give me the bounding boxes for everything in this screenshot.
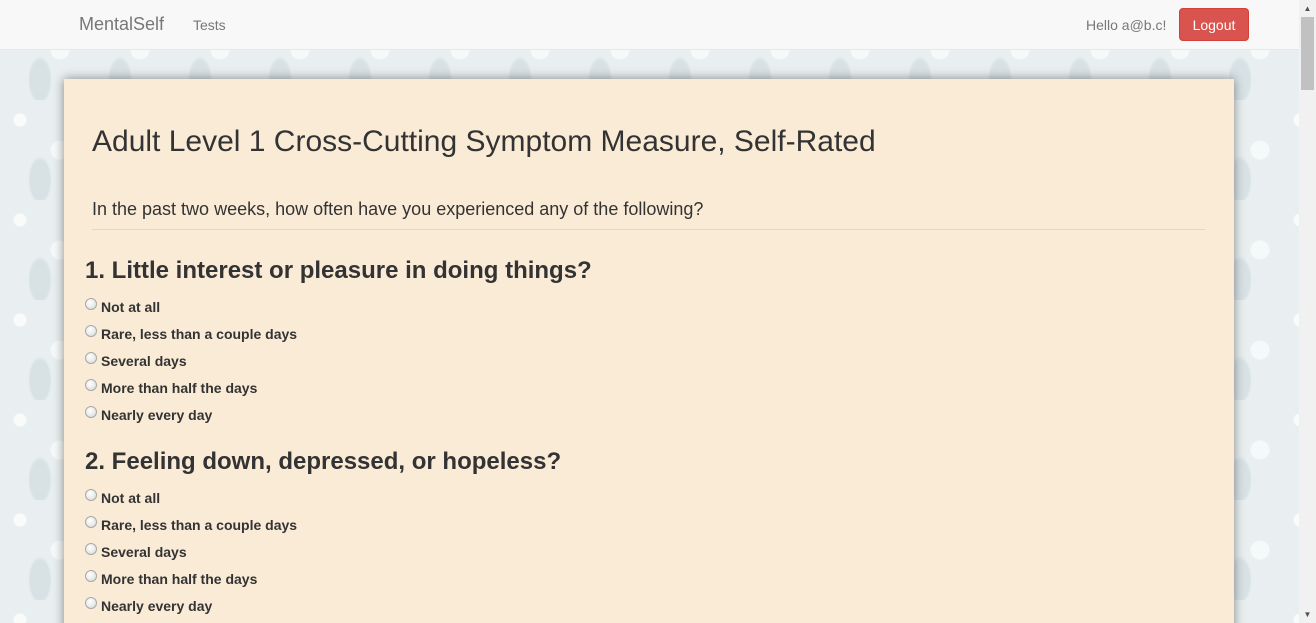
q1-option-rare[interactable]: Rare, less than a couple days: [85, 324, 297, 344]
option-label: Several days: [101, 353, 187, 369]
q1-option-more-than-half[interactable]: More than half the days: [85, 378, 257, 398]
scroll-down-arrow-icon[interactable]: ▼: [1299, 606, 1316, 623]
option-label: Not at all: [101, 490, 161, 506]
scrollbar-thumb[interactable]: [1301, 17, 1314, 90]
user-greeting: Hello a@b.c!: [1086, 17, 1167, 33]
option-label: Nearly every day: [101, 407, 213, 423]
q1-option-not-at-all[interactable]: Not at all: [85, 297, 160, 317]
radio-button[interactable]: [85, 489, 97, 501]
q1-option-nearly-every-day[interactable]: Nearly every day: [85, 405, 212, 425]
radio-button[interactable]: [85, 543, 97, 555]
option-label: Several days: [101, 544, 187, 560]
radio-button[interactable]: [85, 379, 97, 391]
divider: [92, 229, 1205, 230]
radio-button[interactable]: [85, 406, 97, 418]
option-label: Rare, less than a couple days: [101, 517, 298, 533]
q2-option-rare[interactable]: Rare, less than a couple days: [85, 515, 297, 535]
question-1-title: 1. Little interest or pleasure in doing …: [85, 257, 592, 284]
q2-option-several-days[interactable]: Several days: [85, 542, 187, 562]
page-scrollbar[interactable]: ▲ ▼: [1299, 0, 1316, 623]
top-navbar: MentalSelf Tests Hello a@b.c! Logout: [0, 0, 1299, 50]
option-label: Rare, less than a couple days: [101, 326, 298, 342]
radio-button[interactable]: [85, 325, 97, 337]
radio-button[interactable]: [85, 298, 97, 310]
question-2-title: 2. Feeling down, depressed, or hopeless?: [85, 448, 562, 475]
option-label: Not at all: [101, 299, 161, 315]
radio-button[interactable]: [85, 352, 97, 364]
page-title: Adult Level 1 Cross-Cutting Symptom Meas…: [92, 125, 876, 158]
option-label: Nearly every day: [101, 598, 213, 614]
radio-button[interactable]: [85, 570, 97, 582]
option-label: More than half the days: [101, 571, 258, 587]
questionnaire-card: Adult Level 1 Cross-Cutting Symptom Meas…: [64, 79, 1234, 623]
q1-option-several-days[interactable]: Several days: [85, 351, 187, 371]
logout-button[interactable]: Logout: [1179, 8, 1249, 41]
option-label: More than half the days: [101, 380, 258, 396]
radio-button[interactable]: [85, 597, 97, 609]
scroll-up-arrow-icon[interactable]: ▲: [1299, 0, 1316, 17]
nav-tests-link[interactable]: Tests: [193, 17, 226, 33]
q2-option-nearly-every-day[interactable]: Nearly every day: [85, 596, 212, 616]
instructions-text: In the past two weeks, how often have yo…: [92, 199, 704, 219]
q2-option-more-than-half[interactable]: More than half the days: [85, 569, 257, 589]
brand-link[interactable]: MentalSelf: [79, 14, 164, 35]
q2-option-not-at-all[interactable]: Not at all: [85, 488, 160, 508]
radio-button[interactable]: [85, 516, 97, 528]
